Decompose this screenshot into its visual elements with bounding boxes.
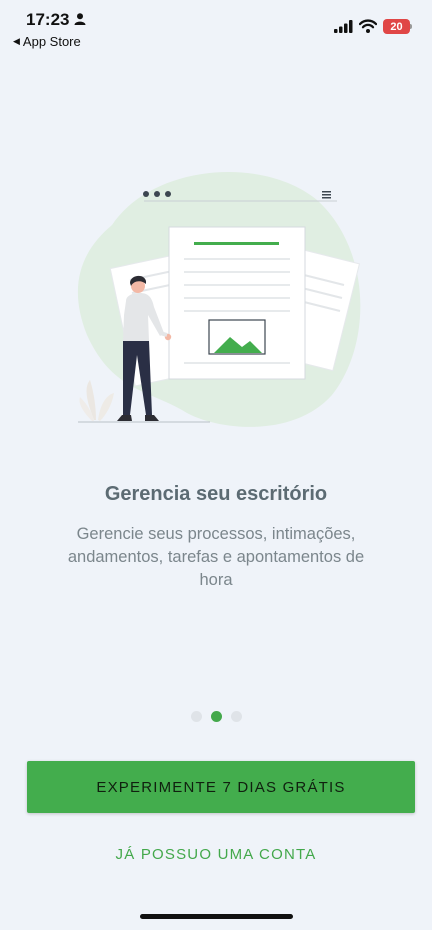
hamburger-menu-icon — [322, 191, 331, 199]
battery-level: 20 — [390, 20, 403, 33]
battery-indicator: 20 — [383, 19, 410, 34]
status-bar: 17:23 ◀ App Store 20 — [0, 0, 432, 56]
page-dot-2-active[interactable] — [210, 711, 222, 722]
back-to-app-store-link[interactable]: ◀ App Store — [13, 34, 81, 49]
back-link-label: App Store — [22, 34, 81, 49]
three-dots-icon — [143, 191, 171, 197]
onboarding-subtitle: Gerencie seus processos, intimações, and… — [67, 525, 365, 589]
person-icon — [74, 13, 86, 25]
cellular-signal-icon — [334, 20, 353, 33]
page-dot-3[interactable] — [230, 711, 242, 722]
document-icon — [168, 226, 306, 380]
start-free-trial-button[interactable]: EXPERIMENTE 7 DIAS GRÁTIS — [27, 761, 415, 813]
onboarding-illustration — [77, 172, 361, 427]
image-placeholder-icon — [208, 319, 266, 355]
wifi-icon — [359, 19, 377, 33]
battery-cap — [410, 24, 412, 29]
home-indicator[interactable] — [140, 914, 293, 919]
status-time: 17:23 — [26, 10, 70, 29]
onboarding-title: Gerencia seu escritório — [104, 483, 328, 505]
page-dot-1[interactable] — [190, 711, 202, 722]
already-have-account-link[interactable]: JÁ POSSUO UMA CONTA — [0, 846, 432, 863]
back-arrow-icon: ◀ — [13, 36, 20, 46]
plant-icon — [79, 380, 114, 421]
page-indicator — [0, 711, 432, 722]
